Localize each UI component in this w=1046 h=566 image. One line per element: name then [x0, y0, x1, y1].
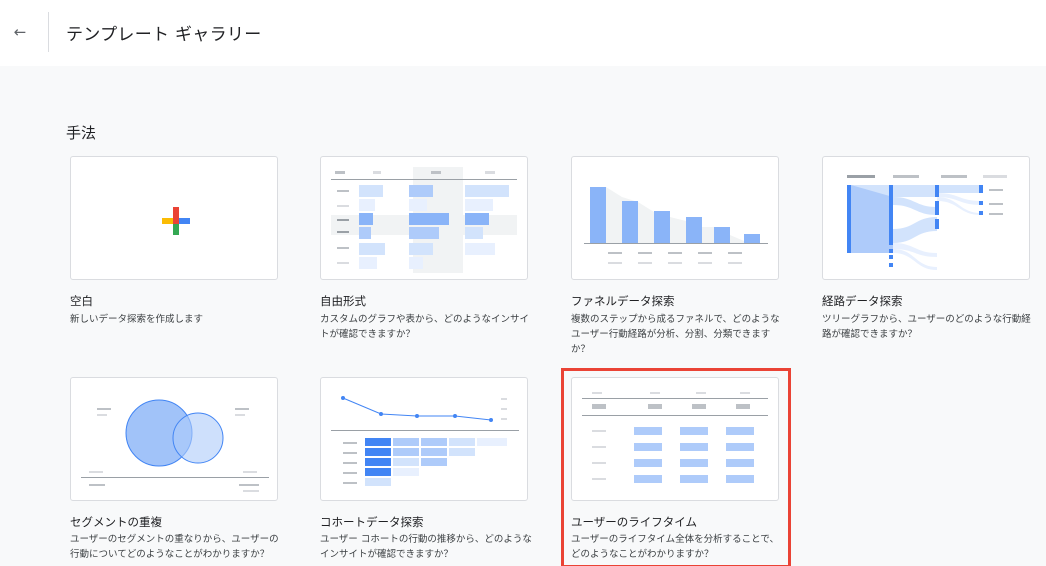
template-desc-funnel: 複数のステップから成るファネルで、どのようなユーザー行動経路が分析、分割、分類で…	[571, 314, 780, 355]
template-desc-free-form: カスタムのグラフや表から、どのようなインサイトが確認できますか？	[320, 314, 530, 340]
page-title: テンプレート ギャラリー	[66, 25, 262, 45]
segment-overlap-thumbnail	[81, 399, 269, 492]
template-desc-user-lifetime: ユーザーのライフタイム全体を分析することで、どのようなことがわかりますか？	[571, 534, 779, 560]
template-card-free-form[interactable]	[320, 156, 528, 280]
template-card-cohort[interactable]	[320, 377, 528, 501]
plus-icon	[162, 207, 190, 235]
header-divider	[48, 12, 49, 52]
template-card-path[interactable]	[822, 156, 1030, 280]
arrow-back-icon[interactable]: ←	[8, 20, 32, 44]
cohort-thumbnail	[331, 396, 519, 486]
template-title-blank: 空白	[70, 294, 93, 308]
template-desc-blank: 新しいデータ探索を作成します	[70, 314, 204, 325]
top-bar: ← テンプレート ギャラリー	[0, 0, 1046, 66]
template-title-free-form: 自由形式	[320, 294, 366, 308]
template-desc-cohort: ユーザー コホートの行動の推移から、どのようなインサイトが確認できますか？	[320, 534, 532, 560]
template-title-funnel: ファネルデータ探索	[571, 294, 675, 308]
template-card-blank[interactable]	[70, 156, 278, 280]
template-title-path: 経路データ探索	[822, 294, 903, 308]
user-lifetime-thumbnail	[582, 392, 768, 483]
funnel-thumbnail	[584, 187, 768, 264]
template-title-cohort: コホートデータ探索	[320, 515, 424, 529]
template-desc-path: ツリーグラフから、ユーザーのどのような行動経路が確認できますか？	[822, 314, 1031, 340]
template-title-user-lifetime: ユーザーのライフタイム	[571, 515, 698, 529]
template-card-funnel[interactable]	[571, 156, 779, 280]
template-desc-segment-overlap: ユーザーのセグメントの重なりから、ユーザーの行動についてどのようなことがわかりま…	[70, 534, 279, 560]
section-title: 手法	[66, 124, 97, 142]
template-card-user-lifetime[interactable]	[571, 377, 779, 501]
free-form-thumbnail	[331, 167, 517, 273]
template-title-segment-overlap: セグメントの重複	[70, 515, 162, 529]
template-card-segment-overlap[interactable]	[70, 377, 278, 501]
path-thumbnail	[847, 175, 1007, 270]
